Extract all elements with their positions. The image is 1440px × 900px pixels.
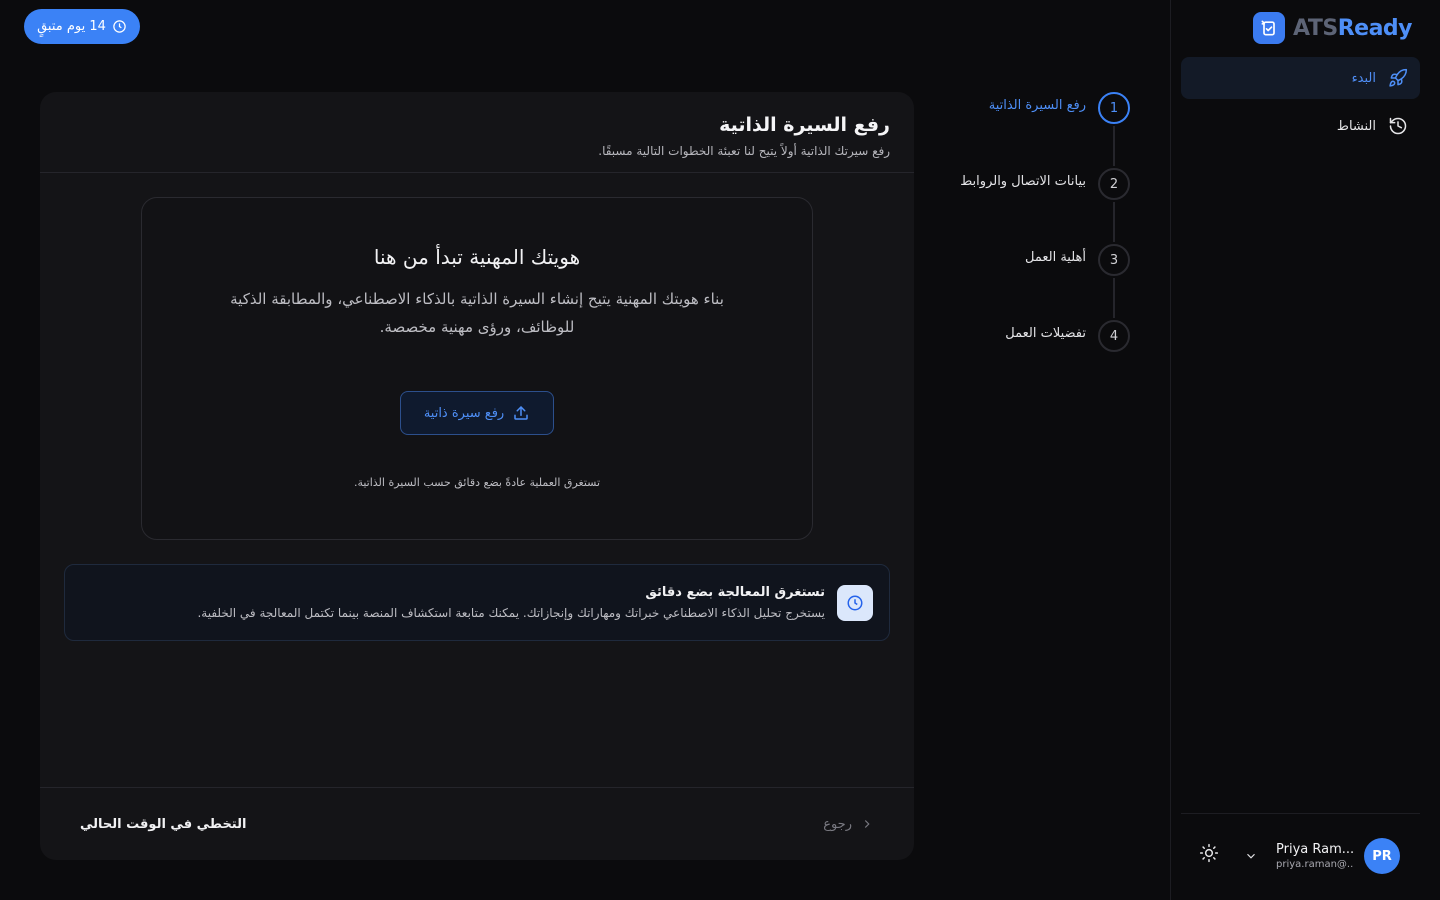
step-work-preferences[interactable]: 4 تفضيلات العمل (920, 320, 1130, 396)
page-title: رفع السيرة الذاتية (719, 114, 890, 136)
upload-note: تستغرق العملية عادةً بضع دقائق حسب السير… (353, 476, 601, 489)
step-connector (1113, 126, 1115, 166)
sidebar-item-label: البدء (1351, 70, 1376, 86)
upload-button-label: رفع سيرة ذاتية (423, 405, 505, 421)
upload-dropzone[interactable]: هويتك المهنية تبدأ من هنا بناء هويتك الم… (141, 197, 813, 540)
step-contact-links[interactable]: 2 بيانات الاتصال والروابط (920, 168, 1130, 244)
card-header: رفع السيرة الذاتية رفع سيرتك الذاتية أول… (40, 92, 914, 173)
upload-heading: هويتك المهنية تبدأ من هنا (373, 245, 581, 269)
trial-days-label: 14 يوم متبقٍ (37, 19, 106, 34)
sidebar-item-label: النشاط (1336, 118, 1376, 134)
history-icon (1389, 117, 1407, 135)
back-label: رجوع (823, 816, 852, 832)
step-upload-resume[interactable]: 1 رفع السيرة الذاتية (920, 92, 1130, 168)
user-menu[interactable]: PR Priya Ram... priya.raman@... (1244, 838, 1400, 874)
info-text: تستغرق المعالجة بضع دقائق يستخرج تحليل ا… (197, 585, 825, 620)
step-label: أهلية العمل (1024, 250, 1086, 265)
step-label: بيانات الاتصال والروابط (960, 174, 1086, 189)
clock-icon (113, 20, 126, 33)
step-connector (1113, 278, 1115, 318)
step-number: 4 (1098, 320, 1130, 352)
sidebar-divider (1181, 813, 1420, 814)
step-label: تفضيلات العمل (1005, 326, 1086, 341)
info-description: يستخرج تحليل الذكاء الاصطناعي خبراتك ومه… (197, 606, 825, 620)
upload-description: بناء هويتك المهنية يتيح إنشاء السيرة الذ… (230, 290, 724, 336)
info-clock-icon (837, 584, 873, 621)
step-number: 3 (1098, 244, 1130, 276)
avatar: PR (1364, 838, 1400, 874)
info-title: تستغرق المعالجة بضع دقائق (645, 585, 825, 600)
logo-wordmark: ATSReady (1293, 15, 1412, 41)
upload-resume-button[interactable]: رفع سيرة ذاتية (400, 391, 554, 435)
trial-days-badge[interactable]: 14 يوم متبقٍ (24, 9, 140, 44)
logo-mark-icon (1253, 12, 1286, 44)
page-subtitle: رفع سيرتك الذاتية أولاً يتيح لنا تعبئة ا… (598, 144, 890, 158)
sidebar-nav: البدء النشاط (1181, 57, 1420, 153)
user-menu-toggle[interactable] (1244, 849, 1258, 863)
step-work-eligibility[interactable]: 3 أهلية العمل (920, 244, 1130, 320)
app-logo[interactable]: ATSReady (1253, 12, 1413, 44)
onboarding-stepper: 1 رفع السيرة الذاتية 2 بيانات الاتصال وا… (920, 92, 1130, 396)
sidebar: ATSReady البدء النشاط PR Priya Ram... pr… (1170, 0, 1440, 900)
upload-resume-card: رفع السيرة الذاتية رفع سيرتك الذاتية أول… (40, 92, 914, 860)
sidebar-item-getting-started[interactable]: البدء (1181, 57, 1420, 99)
card-footer: التخطي في الوقت الحالي رجوع (40, 787, 914, 860)
step-label: رفع السيرة الذاتية (988, 98, 1086, 113)
step-connector (1113, 202, 1115, 242)
rocket-icon (1389, 68, 1408, 87)
step-number: 1 (1098, 92, 1130, 124)
theme-toggle-button[interactable] (1199, 843, 1219, 867)
sun-icon (1199, 843, 1219, 863)
processing-info-box: تستغرق المعالجة بضع دقائق يستخرج تحليل ا… (64, 564, 890, 641)
chevron-right-icon (864, 820, 870, 828)
upload-icon (514, 406, 528, 420)
step-number: 2 (1098, 168, 1130, 200)
chevron-down-icon (1247, 853, 1255, 859)
user-name: Priya Ram... (1276, 842, 1354, 857)
user-info: Priya Ram... priya.raman@... (1276, 842, 1354, 870)
user-email: priya.raman@... (1276, 859, 1354, 870)
sidebar-item-activity[interactable]: النشاط (1181, 105, 1420, 147)
skip-for-now-button[interactable]: التخطي في الوقت الحالي (80, 817, 246, 832)
back-button[interactable]: رجوع (823, 817, 874, 832)
